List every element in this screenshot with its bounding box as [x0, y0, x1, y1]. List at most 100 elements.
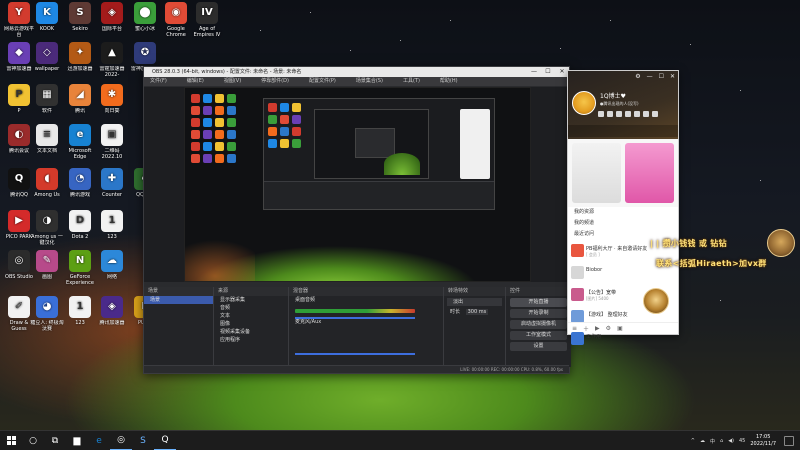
source-item[interactable]: 显示器采集: [214, 296, 288, 304]
desktop-shortcut[interactable]: ▲ 雷霆加速器2022-: [95, 42, 129, 78]
wallpaper-icon: ◇: [36, 42, 58, 64]
desktop-shortcut[interactable]: N GeForce Experience: [63, 250, 97, 286]
desktop-shortcut[interactable]: ✱ 向日葵: [95, 84, 129, 114]
menu-icon[interactable]: ≡: [572, 325, 577, 332]
desktop-shortcut[interactable]: ◖ Among Us: [30, 168, 64, 198]
desktop-shortcut[interactable]: ≡ 文本文档: [30, 124, 64, 154]
qq-minimize-button[interactable]: —: [647, 73, 653, 80]
steam-taskbar-icon[interactable]: S: [132, 431, 154, 450]
transition-select[interactable]: 淡出: [447, 298, 502, 306]
studio-mode-button[interactable]: 工作室模式: [510, 331, 567, 340]
ime-indicator[interactable]: 中: [710, 438, 715, 445]
qq-banner-card[interactable]: [572, 143, 621, 203]
scene-item[interactable]: 场景: [144, 296, 213, 304]
menu-scene-collection[interactable]: 场景集合(S): [356, 77, 383, 86]
settings-button[interactable]: 设置: [510, 342, 567, 351]
obs-taskbar-icon[interactable]: ◎: [110, 431, 132, 450]
home-tray-icon[interactable]: ⌂: [720, 438, 723, 444]
desktop-shortcut[interactable]: ◔ 腾讯游戏: [63, 168, 97, 198]
start-button[interactable]: [0, 431, 22, 450]
qq-menu-item[interactable]: 我的频道: [568, 218, 678, 229]
desktop-shortcut[interactable]: D Dota 2: [63, 210, 97, 240]
edge-icon[interactable]: e: [88, 431, 110, 450]
source-item[interactable]: 音频: [214, 304, 288, 312]
setting-icon[interactable]: ⚙: [606, 325, 611, 332]
desktop-shortcut[interactable]: ✚ Counter: [95, 168, 129, 198]
source-item[interactable]: 视频采集设备: [214, 328, 288, 336]
qq-menu-item[interactable]: 我的资源: [568, 207, 678, 218]
notification-icon[interactable]: [784, 436, 794, 446]
volume-slider[interactable]: [295, 353, 415, 355]
desktop-shortcut[interactable]: ◇ wallpaper: [30, 42, 64, 72]
obs-titlebar[interactable]: OBS 28.0.3 (64-bit, windows) - 配置文件: 未命名…: [144, 67, 569, 77]
menu-profile[interactable]: 配置文件(P): [309, 77, 336, 86]
add-icon[interactable]: ＋: [583, 324, 589, 333]
desktop-shortcut[interactable]: K KOOK: [30, 2, 64, 32]
status-icon[interactable]: [625, 111, 631, 117]
desktop-shortcut[interactable]: ◑ Among us 一键汉化: [30, 210, 64, 246]
desktop-shortcut[interactable]: ▦ 软件: [30, 84, 64, 114]
desktop-shortcut[interactable]: ✦ 迅游加速器: [63, 42, 97, 72]
duration-input[interactable]: 300 ms: [465, 309, 489, 315]
desktop-shortcut[interactable]: ◢ 腾讯: [63, 84, 97, 114]
qq-signature[interactable]: ●腾讯出现的人(没写): [600, 101, 639, 107]
desktop-shortcut[interactable]: ☁ 网络: [95, 250, 129, 280]
desktop-shortcut[interactable]: S Sekiro: [63, 2, 97, 32]
obs-preview-canvas[interactable]: [184, 87, 531, 282]
virtual-camera-button[interactable]: 启动虚拟摄像机: [510, 320, 567, 329]
steam-intl-icon: ◈: [101, 2, 123, 24]
start-streaming-button[interactable]: 开始直播: [510, 298, 567, 307]
menu-tools[interactable]: 工具(T): [403, 77, 420, 86]
desktop-shortcut[interactable]: 1 123: [95, 210, 129, 240]
desktop-shortcut-label: 腾讯游戏: [69, 192, 90, 198]
qq-maximize-button[interactable]: ☐: [659, 73, 664, 80]
app-icon[interactable]: ▣: [617, 325, 623, 332]
qq-close-button[interactable]: ✕: [670, 73, 675, 80]
desktop-shortcut[interactable]: ▣ 二维码 2022.10: [95, 124, 129, 160]
qq-settings-icon[interactable]: ⚙: [635, 73, 640, 80]
start-recording-button[interactable]: 开始录制: [510, 309, 567, 318]
volume-icon[interactable]: ◀): [728, 438, 734, 444]
clock[interactable]: 17:05 2022/11/7: [750, 434, 776, 448]
desktop-shortcut[interactable]: IV Age of Empires IV: [190, 2, 224, 38]
status-icon[interactable]: [598, 111, 604, 117]
desktop-shortcut[interactable]: ◉ Google Chrome: [159, 2, 193, 38]
menu-docks[interactable]: 停靠部件(D): [261, 77, 289, 86]
qq-search-bar[interactable]: [568, 125, 678, 137]
minimize-button[interactable]: —: [527, 67, 541, 77]
source-item[interactable]: 应用程序: [214, 336, 288, 344]
desktop-shortcut[interactable]: e Microsoft Edge: [63, 124, 97, 160]
volume-slider[interactable]: [295, 317, 415, 319]
status-icon[interactable]: [616, 111, 622, 117]
task-view-icon[interactable]: ⧉: [44, 431, 66, 450]
avatar[interactable]: [572, 91, 596, 115]
status-icon[interactable]: [607, 111, 613, 117]
preview-app-icon: [215, 118, 224, 127]
status-icon[interactable]: [652, 111, 658, 117]
desktop-shortcut[interactable]: ✎ 画图: [30, 250, 64, 280]
desktop-shortcut[interactable]: ◈ 腾讯加速器: [95, 296, 129, 326]
status-icon[interactable]: [634, 111, 640, 117]
desktop-shortcut[interactable]: ⬤ 蜜心小冰: [128, 2, 162, 32]
maximize-button[interactable]: ☐: [541, 67, 555, 77]
desktop-shortcut[interactable]: 1 123: [63, 296, 97, 326]
desktop-shortcut[interactable]: ◕ 糖豆人: 终极淘汰赛: [30, 296, 64, 332]
desktop-shortcut[interactable]: ◈ 国际平台: [95, 2, 129, 32]
obs-window[interactable]: OBS 28.0.3 (64-bit, windows) - 配置文件: 未命名…: [143, 66, 571, 374]
qq-taskbar-icon[interactable]: Q: [154, 431, 176, 450]
file-explorer-icon[interactable]: ▆: [66, 431, 88, 450]
source-item[interactable]: 文本: [214, 312, 288, 320]
menu-edit[interactable]: 编辑(E): [187, 77, 204, 86]
video-icon[interactable]: ▶: [595, 325, 600, 332]
menu-help[interactable]: 帮助(H): [440, 77, 458, 86]
search-icon[interactable]: ○: [22, 431, 44, 450]
clock-time: 17:05: [755, 434, 771, 440]
status-icon[interactable]: [643, 111, 649, 117]
menu-view[interactable]: 视图(V): [224, 77, 241, 86]
network-tray-icon[interactable]: ☁: [700, 438, 705, 444]
source-item[interactable]: 图像: [214, 320, 288, 328]
tray-overflow-icon[interactable]: ^: [691, 438, 695, 444]
qq-banner-card[interactable]: [625, 143, 674, 203]
chat-avatar: [571, 288, 584, 301]
menu-file[interactable]: 文件(F): [150, 77, 167, 86]
